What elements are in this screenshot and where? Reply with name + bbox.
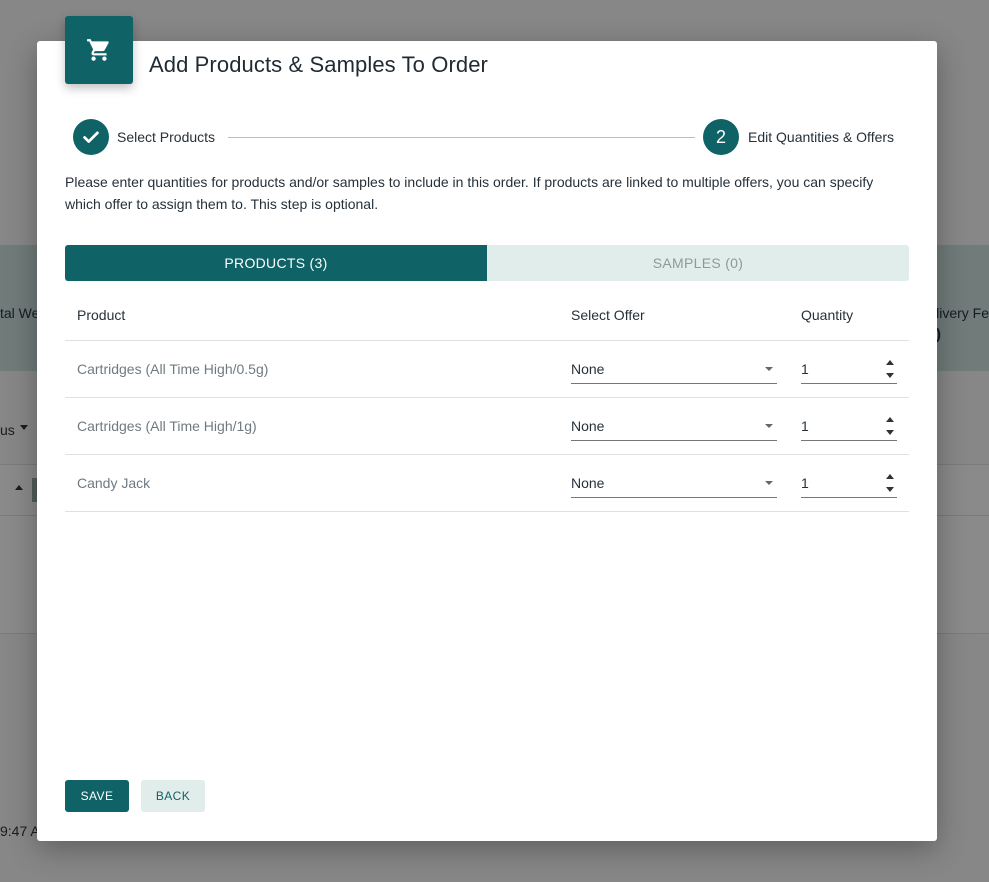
step-1-complete-icon (73, 119, 109, 155)
decrement-arrow-icon[interactable] (886, 373, 894, 378)
quantity-input[interactable]: 1 (801, 411, 897, 441)
offer-cell: None (559, 468, 789, 498)
dropdown-arrow-icon (765, 424, 773, 428)
increment-arrow-icon[interactable] (886, 417, 894, 422)
dropdown-arrow-icon (765, 481, 773, 485)
product-name: Candy Jack (77, 475, 151, 491)
offer-select[interactable]: None (571, 468, 777, 498)
offer-cell: None (559, 411, 789, 441)
products-table: Product Select Offer Quantity Cartridges… (65, 289, 909, 512)
product-name: Cartridges (All Time High/1g) (77, 418, 257, 434)
quantity-cell: 1 (789, 411, 909, 441)
instructions-text: Please enter quantities for products and… (65, 174, 874, 212)
add-products-modal: Add Products & Samples To Order Select P… (37, 16, 937, 841)
column-header-quantity: Quantity (801, 306, 854, 323)
offer-select-value: None (571, 417, 605, 434)
column-header-product: Product (77, 306, 126, 323)
step-2-label: Edit Quantities & Offers (748, 129, 895, 145)
decrement-arrow-icon[interactable] (886, 430, 894, 435)
decrement-arrow-icon[interactable] (886, 487, 894, 492)
increment-arrow-icon[interactable] (886, 360, 894, 365)
back-button[interactable]: BACK (141, 780, 205, 812)
tab-bar: PRODUCTS (3) SAMPLES (0) (65, 245, 909, 281)
product-name: Cartridges (All Time High/0.5g) (77, 361, 269, 377)
offer-select-value: None (571, 360, 605, 377)
offer-select[interactable]: None (571, 354, 777, 384)
offer-select[interactable]: None (571, 411, 777, 441)
quantity-stepper[interactable] (885, 474, 895, 492)
step-1-label: Select Products (117, 129, 216, 145)
table-row: Candy Jack None 1 (65, 455, 909, 512)
quantity-value: 1 (801, 360, 809, 377)
stepper-connector (228, 137, 695, 138)
offer-select-value: None (571, 474, 605, 491)
tab-products[interactable]: PRODUCTS (3) (65, 245, 487, 281)
quantity-stepper[interactable] (885, 360, 895, 378)
table-header: Product Select Offer Quantity (65, 289, 909, 341)
shopping-cart-icon (65, 16, 133, 84)
tab-samples[interactable]: SAMPLES (0) (487, 245, 909, 281)
save-button[interactable]: SAVE (65, 780, 129, 812)
modal-title: Add Products & Samples To Order (149, 52, 488, 77)
quantity-value: 1 (801, 417, 809, 434)
quantity-input[interactable]: 1 (801, 468, 897, 498)
quantity-input[interactable]: 1 (801, 354, 897, 384)
table-row: Cartridges (All Time High/1g) None 1 (65, 398, 909, 455)
quantity-stepper[interactable] (885, 417, 895, 435)
column-header-offer: Select Offer (571, 306, 645, 323)
checkmark-icon (83, 131, 99, 143)
increment-arrow-icon[interactable] (886, 474, 894, 479)
offer-cell: None (559, 354, 789, 384)
dropdown-arrow-icon (765, 367, 773, 371)
quantity-cell: 1 (789, 354, 909, 384)
step-2-number: 2 (703, 119, 739, 155)
table-row: Cartridges (All Time High/0.5g) None 1 (65, 341, 909, 398)
quantity-cell: 1 (789, 468, 909, 498)
quantity-value: 1 (801, 474, 809, 491)
